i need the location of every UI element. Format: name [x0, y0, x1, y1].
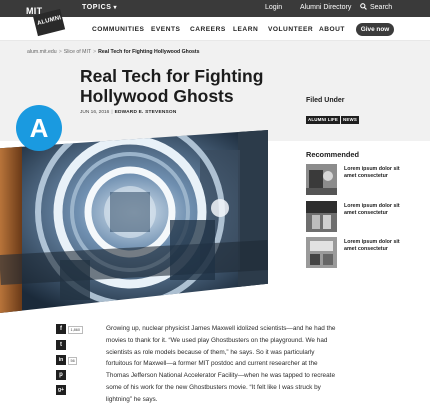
breadcrumb-current: Real Tech for Fighting Hollywood Ghosts: [98, 49, 200, 55]
facebook-share-count: 1,860: [68, 326, 83, 334]
article-date: JUN 16, 2016: [80, 110, 110, 115]
recommended-thumbnail: [306, 237, 337, 268]
author-avatar-badge: A: [16, 105, 62, 151]
recommended-title: Lorem ipsum dolor sit amet consectetur: [344, 166, 400, 179]
twitter-share-button[interactable]: t: [56, 340, 66, 350]
breadcrumb: alum.mit.edu > Slice of MIT > Real Tech for …: [27, 49, 200, 55]
recommended-item[interactable]: Lorem ipsum dolor sit amet consectetur: [306, 237, 406, 269]
give-now-button[interactable]: Give now: [356, 23, 394, 36]
tag-list: ALUMNI LIFE NEWS: [306, 108, 360, 126]
nav-about[interactable]: ABOUT: [319, 26, 345, 33]
googleplus-icon: g+: [58, 387, 64, 393]
pinterest-share-button[interactable]: p: [56, 370, 66, 380]
recommended-thumbnail: [306, 201, 337, 232]
search-icon: [360, 3, 367, 10]
article-meta: JUN 16, 2016 | EDWARD E. STEVENSON: [80, 110, 177, 115]
meta-divider: |: [111, 110, 113, 115]
googleplus-share-button[interactable]: g+: [56, 385, 66, 395]
linkedin-share-count: 56: [68, 357, 78, 365]
page-title: Real Tech for Fighting Hollywood Ghosts: [80, 66, 264, 106]
breadcrumb-separator: >: [93, 49, 97, 55]
nav-communities[interactable]: COMMUNITIES: [92, 26, 144, 33]
nav-careers[interactable]: CAREERS: [190, 26, 226, 33]
tag-news[interactable]: NEWS: [341, 115, 359, 124]
recommended-title: Lorem ipsum dolor sit amet consectetur: [344, 239, 400, 252]
thumbnail-photo: [306, 201, 337, 232]
breadcrumb-section[interactable]: Slice of MIT: [64, 49, 91, 55]
recommended-title: Lorem ipsum dolor sit amet consectetur: [344, 203, 400, 216]
pinterest-icon: p: [59, 372, 63, 378]
lab-equipment-photo: [0, 130, 268, 313]
linkedin-share-button[interactable]: in: [56, 355, 66, 365]
twitter-icon: t: [60, 342, 62, 348]
recommended-item[interactable]: Lorem ipsum dolor sit amet consectetur: [306, 201, 406, 233]
nav-volunteer[interactable]: VOLUNTEER: [268, 26, 313, 33]
breadcrumb-home[interactable]: alum.mit.edu: [27, 49, 57, 55]
linkedin-icon: in: [58, 357, 64, 363]
article-author[interactable]: EDWARD E. STEVENSON: [115, 110, 177, 115]
recommended-thumbnail: [306, 164, 337, 195]
topics-menu[interactable]: TOPICS ▾: [82, 4, 117, 11]
nav-learn[interactable]: LEARN: [233, 26, 258, 33]
facebook-icon: f: [60, 326, 62, 332]
recommended-heading: Recommended: [306, 150, 359, 159]
search-label: Search: [370, 4, 393, 11]
login-link[interactable]: Login: [265, 4, 282, 11]
nav-events[interactable]: EVENTS: [151, 26, 180, 33]
filed-under-heading: Filed Under: [306, 97, 345, 104]
hero-image: [0, 130, 268, 313]
topics-label: TOPICS: [82, 4, 112, 11]
article-body: Growing up, nuclear physicist James Maxw…: [106, 325, 336, 403]
facebook-share-button[interactable]: f: [56, 324, 66, 334]
thumbnail-photo: [306, 164, 337, 195]
recommended-item[interactable]: Lorem ipsum dolor sit amet consectetur: [306, 164, 406, 196]
mit-alumni-logo[interactable]: MIT ALUMNI: [24, 3, 68, 37]
alumni-directory-link[interactable]: Alumni Directory: [300, 4, 351, 11]
chevron-down-icon: ▾: [113, 5, 118, 11]
search-button[interactable]: Search: [360, 3, 392, 11]
tag-alumni-life[interactable]: ALUMNI LIFE: [306, 115, 341, 124]
breadcrumb-separator: >: [58, 49, 62, 55]
thumbnail-photo: [306, 237, 337, 268]
